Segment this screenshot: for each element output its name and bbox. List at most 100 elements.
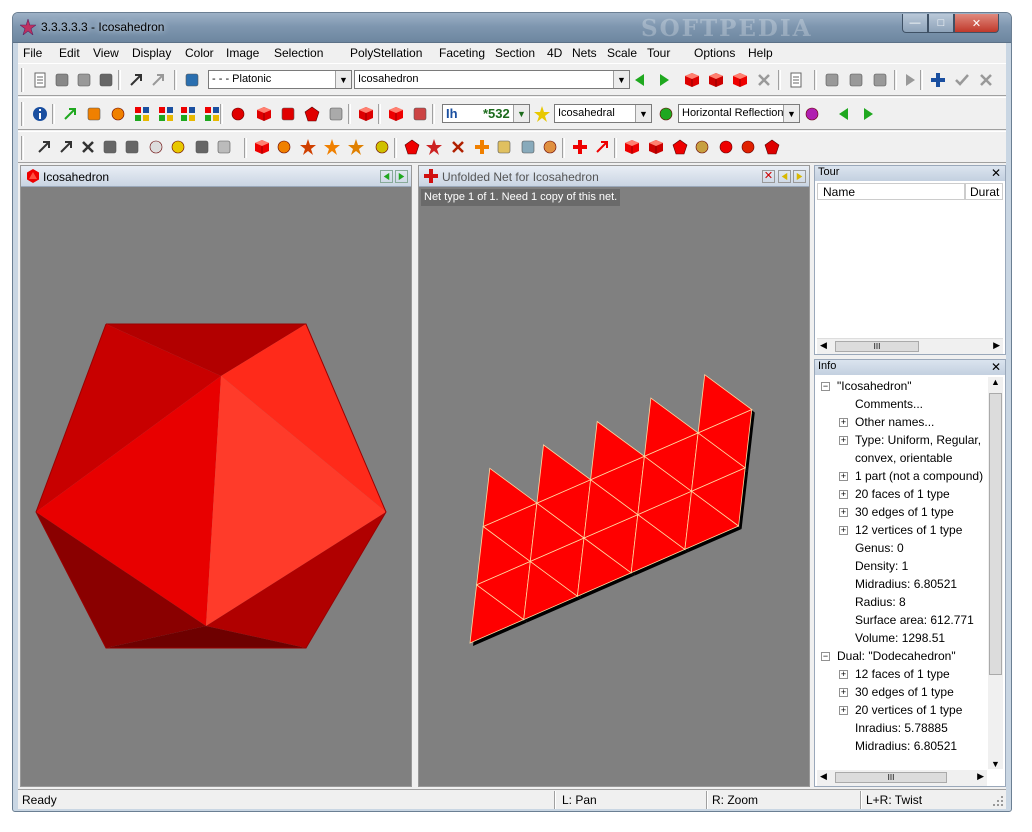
edge-icon[interactable] bbox=[836, 106, 852, 122]
minimize-button[interactable]: — bbox=[902, 14, 928, 33]
color-icon[interactable] bbox=[658, 106, 674, 122]
disk-icon[interactable] bbox=[872, 72, 888, 88]
poly-d-icon[interactable] bbox=[324, 139, 340, 155]
tree-expander-icon[interactable]: + bbox=[839, 508, 848, 517]
net-icon[interactable] bbox=[280, 106, 296, 122]
poly-a-icon[interactable] bbox=[254, 139, 270, 155]
tree-item[interactable]: "Icosahedron" bbox=[837, 379, 912, 393]
tree-item[interactable]: 12 vertices of 1 type bbox=[855, 523, 962, 537]
tree-expander-icon[interactable]: − bbox=[821, 382, 830, 391]
menu-color[interactable]: Color bbox=[185, 46, 214, 60]
star-icon[interactable] bbox=[404, 139, 420, 155]
gem-a-icon[interactable] bbox=[594, 139, 610, 155]
chevron-down-icon[interactable]: ▼ bbox=[635, 105, 651, 122]
symmetry-type-select[interactable]: Icosahedral ▼ bbox=[554, 104, 652, 123]
gem-g-icon[interactable] bbox=[740, 139, 756, 155]
tour-icon[interactable] bbox=[184, 72, 200, 88]
undo-icon[interactable] bbox=[128, 72, 144, 88]
menu-edit[interactable]: Edit bbox=[59, 46, 80, 60]
menu-display[interactable]: Display bbox=[132, 46, 171, 60]
menu-stellation[interactable]: Stellation bbox=[373, 46, 422, 60]
tree-expander-icon[interactable]: + bbox=[839, 436, 848, 445]
save-all-icon[interactable] bbox=[76, 72, 92, 88]
tree-expander-icon[interactable]: + bbox=[839, 526, 848, 535]
menu-options[interactable]: Options bbox=[694, 46, 735, 60]
tree-expander-icon[interactable]: + bbox=[839, 418, 848, 427]
symmetry-select[interactable]: Ih *532 ▼ bbox=[442, 104, 530, 123]
menu-tour[interactable]: Tour bbox=[647, 46, 670, 60]
menu-view[interactable]: View bbox=[93, 46, 119, 60]
close-button[interactable]: ✕ bbox=[954, 14, 999, 33]
unfold-icon[interactable] bbox=[388, 106, 404, 122]
node-icon[interactable] bbox=[450, 139, 466, 155]
next-poly-icon[interactable] bbox=[656, 72, 672, 88]
chevron-down-icon[interactable]: ▼ bbox=[513, 105, 529, 122]
menu-scale[interactable]: Scale bbox=[607, 46, 637, 60]
gem-e-icon[interactable] bbox=[694, 139, 710, 155]
model-icon[interactable] bbox=[216, 139, 232, 155]
pentagon-small-icon[interactable] bbox=[374, 139, 390, 155]
stellate-icon[interactable] bbox=[684, 72, 700, 88]
face-icon[interactable] bbox=[860, 106, 876, 122]
next-arrow-icon[interactable] bbox=[395, 170, 408, 183]
box-icon[interactable] bbox=[358, 106, 374, 122]
gem-b-icon[interactable] bbox=[624, 139, 640, 155]
chevron-down-icon[interactable]: ▼ bbox=[335, 71, 351, 88]
prev-poly-icon[interactable] bbox=[632, 72, 648, 88]
wheel-icon[interactable] bbox=[520, 139, 536, 155]
compound-icon[interactable] bbox=[732, 72, 748, 88]
vertex-icon[interactable] bbox=[804, 106, 820, 122]
plus-red-icon[interactable] bbox=[542, 139, 558, 155]
info-hscrollbar[interactable]: ◀ III ▶ bbox=[817, 770, 987, 786]
cube-icon[interactable] bbox=[256, 106, 272, 122]
reflection-select[interactable]: Horizontal Reflection ▼ bbox=[678, 104, 800, 123]
gem-f-icon[interactable] bbox=[718, 139, 734, 155]
polyhedron-viewport[interactable]: Icosahedron bbox=[20, 165, 412, 787]
check-icon[interactable] bbox=[954, 72, 970, 88]
wand-icon[interactable] bbox=[62, 106, 78, 122]
tree-expander-icon[interactable]: + bbox=[839, 670, 848, 679]
menu-faceting[interactable]: Faceting bbox=[439, 46, 485, 60]
tree-expander-icon[interactable]: + bbox=[839, 472, 848, 481]
export-icon[interactable] bbox=[848, 72, 864, 88]
prev-arrow-icon[interactable] bbox=[380, 170, 393, 183]
grid-a-icon[interactable] bbox=[134, 106, 150, 122]
tree-item[interactable]: 20 faces of 1 type bbox=[855, 487, 950, 501]
title-bar[interactable]: 3.3.3.3.3 - Icosahedron SOFTPEDIA — □ ✕ bbox=[13, 13, 1011, 43]
menu-help[interactable]: Help bbox=[748, 46, 773, 60]
tree-item[interactable]: 12 faces of 1 type bbox=[855, 667, 950, 681]
grid-b-icon[interactable] bbox=[158, 106, 174, 122]
tree-item[interactable]: Midradius: 6.80521 bbox=[855, 577, 957, 591]
tree-expander-icon[interactable]: + bbox=[839, 706, 848, 715]
delete-icon[interactable] bbox=[756, 72, 772, 88]
tree-item[interactable]: 20 vertices of 1 type bbox=[855, 703, 962, 717]
print-icon[interactable] bbox=[98, 72, 114, 88]
tree-item[interactable]: Type: Uniform, Regular, bbox=[855, 433, 981, 447]
chevron-down-icon[interactable]: ▼ bbox=[783, 105, 799, 122]
gem-h-icon[interactable] bbox=[764, 139, 780, 155]
menu-file[interactable]: File bbox=[23, 46, 42, 60]
tree-expander-icon[interactable]: − bbox=[821, 652, 830, 661]
menu-section[interactable]: Section bbox=[495, 46, 535, 60]
maximize-button[interactable]: □ bbox=[928, 14, 954, 33]
tree-item[interactable]: 1 part (not a compound) bbox=[855, 469, 983, 483]
info-tree[interactable]: − "Icosahedron" Comments... + Other names...… bbox=[817, 377, 987, 767]
chevron-down-icon[interactable]: ▼ bbox=[613, 71, 629, 88]
tree-expander-icon[interactable]: + bbox=[839, 490, 848, 499]
tour-column-duration[interactable]: Durat bbox=[965, 183, 1003, 200]
polyhedron-select[interactable]: Icosahedron ▼ bbox=[354, 70, 630, 89]
tree-item[interactable]: Inradius: 5.78885 bbox=[855, 721, 948, 735]
tree-item[interactable]: Dual: "Dodecahedron" bbox=[837, 649, 956, 663]
tree-item[interactable]: 30 edges of 1 type bbox=[855, 505, 954, 519]
net-viewport[interactable]: Unfolded Net for Icosahedron ✕ Net type … bbox=[418, 165, 810, 787]
pentagon-icon[interactable] bbox=[304, 106, 320, 122]
scroll-thumb[interactable] bbox=[989, 393, 1002, 675]
scroll-thumb[interactable]: III bbox=[835, 341, 919, 352]
info-icon[interactable] bbox=[32, 106, 48, 122]
tour-hscrollbar[interactable]: ◀ III ▶ bbox=[817, 338, 1003, 354]
poly-e-icon[interactable] bbox=[348, 139, 364, 155]
resize-grip-icon[interactable] bbox=[991, 794, 1004, 807]
pointer-icon[interactable] bbox=[36, 139, 52, 155]
grid-d-icon[interactable] bbox=[204, 106, 220, 122]
list-view-icon[interactable] bbox=[788, 72, 804, 88]
